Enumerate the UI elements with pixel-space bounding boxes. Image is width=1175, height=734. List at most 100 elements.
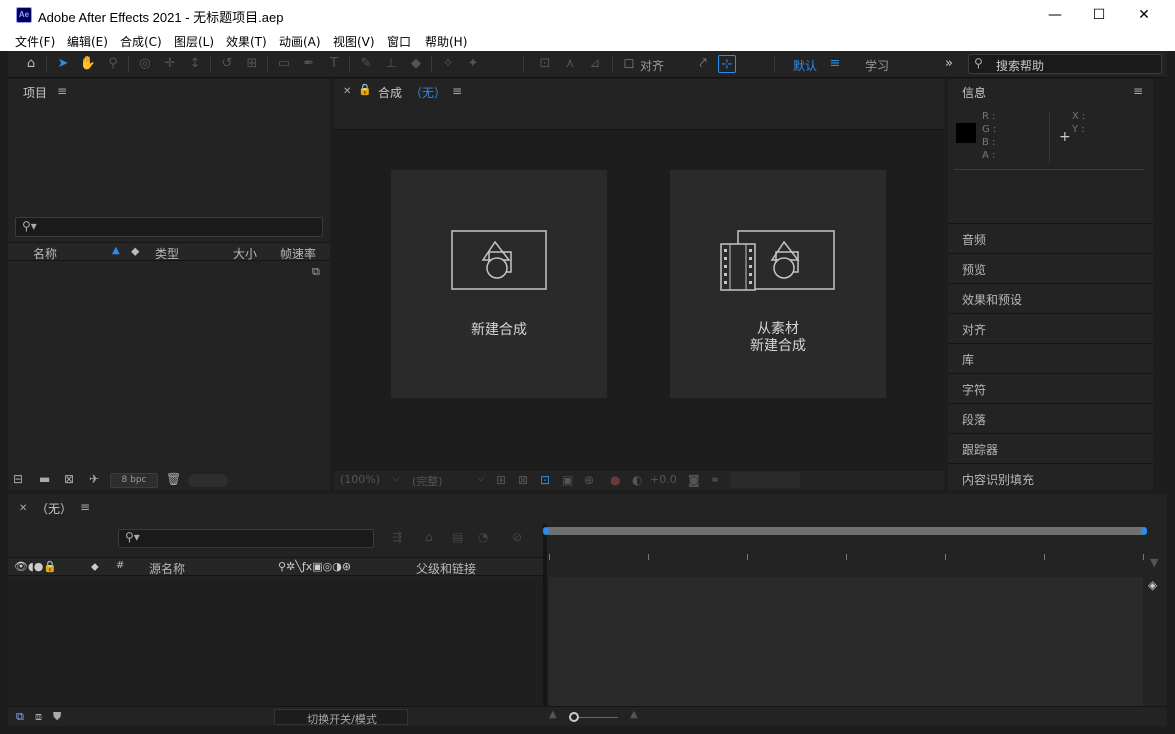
- menu-window[interactable]: 窗口: [387, 33, 411, 50]
- zoom-level[interactable]: (100%): [340, 473, 380, 486]
- panel-character[interactable]: 字符: [948, 373, 1153, 402]
- panel-content-aware-fill[interactable]: 内容识别填充: [948, 463, 1153, 490]
- col-type[interactable]: 类型: [155, 245, 179, 262]
- snap-icon[interactable]: ⤤: [694, 55, 712, 73]
- expand-timing-icon[interactable]: ⛊: [53, 710, 61, 724]
- toggle-switches-modes-button[interactable]: 切换开关/模式: [274, 709, 408, 726]
- pen-tool-icon[interactable]: ✒: [300, 55, 318, 73]
- col-source-name[interactable]: 源名称: [149, 560, 185, 577]
- home-icon[interactable]: ⌂: [22, 55, 40, 73]
- comp-mini-flowchart-icon[interactable]: ⇶: [392, 530, 402, 544]
- menu-layer[interactable]: 图层(L): [174, 33, 214, 50]
- timeline-menu-icon[interactable]: ≡: [80, 500, 90, 514]
- show-snapshot-icon[interactable]: ⚭: [710, 473, 720, 487]
- work-area-end-handle[interactable]: [1141, 527, 1147, 535]
- zoom-tool-icon[interactable]: ⚲: [104, 55, 122, 73]
- hand-tool-icon[interactable]: ✋: [79, 55, 97, 73]
- work-area-bar[interactable]: [546, 527, 1146, 535]
- label-icon[interactable]: ⬥: [91, 560, 99, 574]
- zoom-in-icon[interactable]: ▲: [630, 709, 638, 720]
- project-menu-icon[interactable]: ≡: [57, 84, 67, 98]
- timeline-track-area[interactable]: [549, 577, 1143, 706]
- fast-preview-icon[interactable]: ⊞: [496, 473, 506, 487]
- resolution-dropdown-icon[interactable]: ⌵: [477, 473, 485, 484]
- sort-ascending-icon[interactable]: ▲: [112, 245, 120, 256]
- view-axis-icon[interactable]: ⊿: [586, 55, 604, 73]
- pan-camera-icon[interactable]: ✛: [161, 55, 179, 73]
- more-workspaces-icon[interactable]: »: [940, 55, 958, 73]
- project-scroll-slider[interactable]: [188, 474, 228, 487]
- motion-blur-icon[interactable]: ⊘: [512, 530, 522, 544]
- eraser-tool-icon[interactable]: ◆: [407, 55, 425, 73]
- panel-align[interactable]: 对齐: [948, 313, 1153, 342]
- draft-3d-icon[interactable]: ⌂: [425, 530, 433, 544]
- menu-view[interactable]: 视图(V): [333, 33, 375, 50]
- time-ruler[interactable]: [549, 542, 1146, 572]
- selection-tool-icon[interactable]: ➤: [54, 55, 72, 73]
- timeline-splitter[interactable]: [543, 524, 547, 706]
- rectangle-tool-icon[interactable]: ▭: [275, 55, 293, 73]
- workspace-default[interactable]: 默认: [793, 57, 817, 74]
- panel-tracker[interactable]: 跟踪器: [948, 433, 1153, 462]
- snap-target-icon[interactable]: ⊹: [718, 55, 736, 73]
- lock-icon[interactable]: 🔒: [358, 83, 372, 96]
- menu-animation[interactable]: 动画(A): [279, 33, 321, 50]
- dolly-camera-icon[interactable]: ↕: [186, 55, 204, 73]
- workspace-learn[interactable]: 学习: [865, 57, 889, 74]
- new-comp-from-footage-card[interactable]: 从素材 新建合成: [670, 170, 886, 398]
- panel-effects-presets[interactable]: 效果和预设: [948, 283, 1153, 312]
- brush-tool-icon[interactable]: ✎: [357, 55, 375, 73]
- col-name[interactable]: 名称: [33, 245, 57, 262]
- new-folder-icon[interactable]: ▬: [39, 472, 50, 486]
- close-timeline-tab-icon[interactable]: ✕: [19, 503, 27, 514]
- puppet-tool-icon[interactable]: ✦: [464, 55, 482, 73]
- comp-marker-bin-icon[interactable]: ▼: [1150, 556, 1158, 569]
- flowchart-icon[interactable]: ⧉: [312, 265, 320, 279]
- zoom-out-icon[interactable]: ▲: [549, 709, 557, 720]
- minimize-button[interactable]: —: [1032, 0, 1078, 31]
- new-composition-icon[interactable]: ⊠: [64, 472, 74, 486]
- local-axis-icon[interactable]: ⊡: [536, 55, 554, 73]
- zoom-slider-handle[interactable]: [569, 712, 579, 722]
- col-parent-link[interactable]: 父级和链接: [416, 560, 476, 577]
- menu-effect[interactable]: 效果(T): [226, 33, 267, 50]
- roto-brush-tool-icon[interactable]: ✧: [439, 55, 457, 73]
- work-area-start-handle[interactable]: [543, 527, 549, 535]
- comp-footer-field[interactable]: [730, 472, 800, 488]
- new-composition-card[interactable]: 新建合成: [391, 170, 607, 398]
- clone-stamp-tool-icon[interactable]: ⊥: [382, 55, 400, 73]
- menu-composition[interactable]: 合成(C): [120, 33, 162, 50]
- rotation-tool-icon[interactable]: ↺: [218, 55, 236, 73]
- comp-menu-icon[interactable]: ≡: [452, 84, 462, 98]
- mask-visibility-icon[interactable]: ⊡: [540, 473, 550, 487]
- menu-help[interactable]: 帮助(H): [425, 33, 467, 50]
- close-button[interactable]: ✕: [1121, 0, 1167, 31]
- world-axis-icon[interactable]: ⋏: [561, 55, 579, 73]
- frame-blending-icon[interactable]: ◔: [478, 530, 488, 544]
- zoom-slider-track[interactable]: [574, 717, 618, 718]
- exposure-value[interactable]: +0.0: [650, 473, 677, 486]
- interpret-footage-icon[interactable]: ⊟: [13, 472, 23, 486]
- region-of-interest-icon[interactable]: ▣: [562, 473, 573, 487]
- bpc-button[interactable]: 8 bpc: [110, 473, 158, 488]
- info-menu-icon[interactable]: ≡: [1133, 84, 1143, 98]
- pan-behind-tool-icon[interactable]: ⊞: [243, 55, 261, 73]
- text-tool-icon[interactable]: T: [325, 55, 343, 73]
- help-search-box[interactable]: ⚲ 搜索帮助: [968, 54, 1162, 74]
- timeline-nav-icon[interactable]: ◈: [1148, 578, 1157, 592]
- exposure-reset-icon[interactable]: ◐: [632, 473, 642, 487]
- expand-layer-switches-icon[interactable]: ⧉: [16, 710, 24, 724]
- resolution[interactable]: (完整): [412, 473, 443, 489]
- comp-panel-title[interactable]: 合成: [378, 84, 402, 101]
- trash-icon[interactable]: 🗑: [166, 472, 181, 486]
- transparency-grid-icon[interactable]: ⊠: [518, 473, 528, 487]
- zoom-dropdown-icon[interactable]: ⌵: [392, 473, 400, 484]
- close-tab-icon[interactable]: ✕: [343, 86, 351, 97]
- color-channel-icon[interactable]: ●: [610, 473, 620, 487]
- timeline-tab-label[interactable]: （无）: [36, 500, 72, 517]
- maximize-button[interactable]: ☐: [1076, 0, 1122, 31]
- col-size[interactable]: 大小: [233, 245, 257, 262]
- timeline-search-input[interactable]: ⚲▾: [118, 529, 374, 548]
- orbit-camera-icon[interactable]: ◎: [136, 55, 154, 73]
- col-framerate[interactable]: 帧速率: [280, 245, 316, 262]
